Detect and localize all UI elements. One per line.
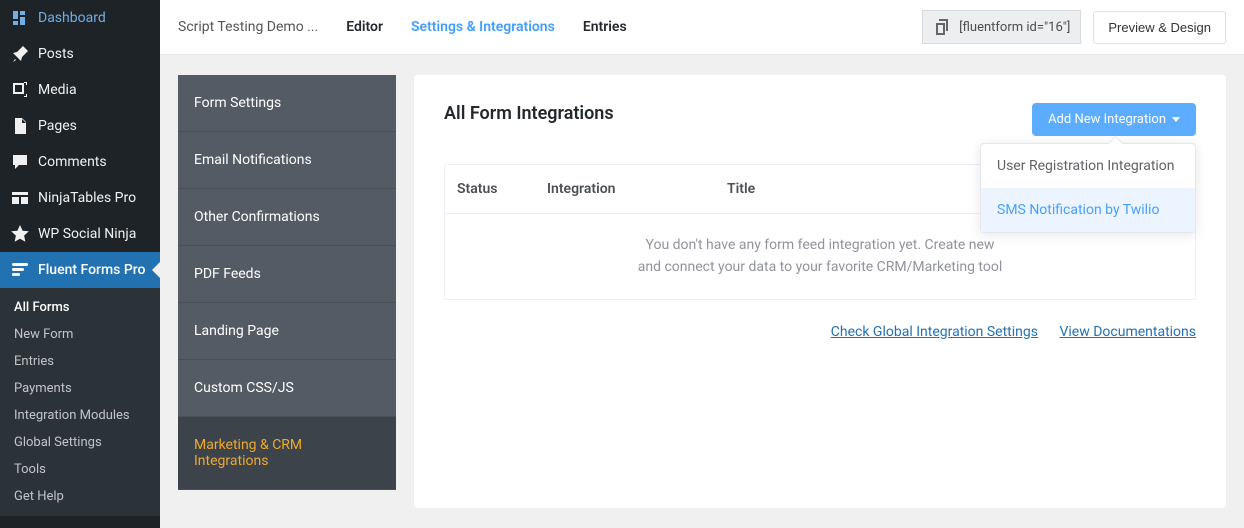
- submenu-global-settings[interactable]: Global Settings: [0, 429, 160, 456]
- menu-wpsocialninja[interactable]: WP Social Ninja: [0, 216, 160, 252]
- empty-line2: and connect your data to your favorite C…: [638, 259, 1003, 275]
- th-integration: Integration: [535, 165, 715, 213]
- settings-item-landing-page[interactable]: Landing Page: [178, 303, 396, 360]
- tab-editor[interactable]: Editor: [346, 19, 383, 35]
- menu-label: NinjaTables Pro: [38, 190, 136, 206]
- menu-dashboard[interactable]: Dashboard: [0, 0, 160, 36]
- topbar-left: Script Testing Demo ... Editor Settings …: [178, 19, 627, 35]
- submenu-entries[interactable]: Entries: [0, 348, 160, 375]
- shortcode-box[interactable]: [fluentform id="16"]: [922, 10, 1081, 44]
- star-icon: [10, 224, 30, 244]
- copy-icon: [933, 17, 953, 37]
- media-icon: [10, 80, 30, 100]
- form-title: Script Testing Demo ...: [178, 19, 318, 35]
- chevron-down-icon: [1172, 117, 1180, 122]
- tab-settings[interactable]: Settings & Integrations: [411, 19, 555, 35]
- preview-design-button[interactable]: Preview & Design: [1093, 11, 1226, 44]
- menu-label: Media: [38, 82, 77, 98]
- topbar: Script Testing Demo ... Editor Settings …: [160, 0, 1244, 55]
- menu-fluentforms[interactable]: Fluent Forms Pro: [0, 252, 160, 288]
- dropdown-item-user-registration[interactable]: User Registration Integration: [981, 144, 1195, 188]
- settings-item-pdf-feeds[interactable]: PDF Feeds: [178, 246, 396, 303]
- th-status: Status: [445, 165, 535, 213]
- topbar-right: [fluentform id="16"] Preview & Design: [922, 10, 1226, 44]
- settings-item-form-settings[interactable]: Form Settings: [178, 75, 396, 132]
- dropdown-item-sms-twilio[interactable]: SMS Notification by Twilio: [981, 188, 1195, 232]
- wp-submenu: All Forms New Form Entries Payments Inte…: [0, 288, 160, 516]
- menu-posts[interactable]: Posts: [0, 36, 160, 72]
- submenu-get-help[interactable]: Get Help: [0, 483, 160, 510]
- menu-label: Pages: [38, 118, 77, 134]
- bottom-links: Check Global Integration Settings View D…: [444, 324, 1196, 340]
- menu-media[interactable]: Media: [0, 72, 160, 108]
- menu-ninjatables[interactable]: NinjaTables Pro: [0, 180, 160, 216]
- settings-item-email-notifications[interactable]: Email Notifications: [178, 132, 396, 189]
- submenu-tools[interactable]: Tools: [0, 456, 160, 483]
- settings-item-other-confirmations[interactable]: Other Confirmations: [178, 189, 396, 246]
- panel-title: All Form Integrations: [444, 103, 614, 124]
- pin-icon: [10, 44, 30, 64]
- content-row: Form Settings Email Notifications Other …: [160, 55, 1244, 528]
- tab-entries[interactable]: Entries: [583, 19, 627, 35]
- integration-dropdown: User Registration Integration SMS Notifi…: [980, 143, 1196, 233]
- panel-header: All Form Integrations Add New Integratio…: [444, 103, 1196, 136]
- add-integration-button[interactable]: Add New Integration: [1032, 103, 1196, 136]
- wp-admin-sidebar: Dashboard Posts Media Pages Comments Nin…: [0, 0, 160, 528]
- comment-icon: [10, 152, 30, 172]
- submenu-payments[interactable]: Payments: [0, 375, 160, 402]
- menu-label: Comments: [38, 154, 107, 170]
- link-global-settings[interactable]: Check Global Integration Settings: [831, 324, 1038, 340]
- menu-label: WP Social Ninja: [38, 226, 136, 242]
- main-area: Script Testing Demo ... Editor Settings …: [160, 0, 1244, 528]
- add-integration-label: Add New Integration: [1048, 112, 1166, 127]
- menu-pages[interactable]: Pages: [0, 108, 160, 144]
- menu-comments[interactable]: Comments: [0, 144, 160, 180]
- shortcode-text: [fluentform id="16"]: [959, 20, 1070, 35]
- fluentforms-icon: [10, 260, 30, 280]
- submenu-all-forms[interactable]: All Forms: [0, 294, 160, 321]
- integrations-panel: All Form Integrations Add New Integratio…: [414, 75, 1226, 508]
- menu-label: Posts: [38, 46, 74, 62]
- submenu-new-form[interactable]: New Form: [0, 321, 160, 348]
- settings-item-custom-css-js[interactable]: Custom CSS/JS: [178, 360, 396, 417]
- dashboard-icon: [10, 8, 30, 28]
- settings-sidebar: Form Settings Email Notifications Other …: [178, 75, 396, 490]
- pages-icon: [10, 116, 30, 136]
- submenu-integration-modules[interactable]: Integration Modules: [0, 402, 160, 429]
- ninjatables-icon: [10, 188, 30, 208]
- link-documentations[interactable]: View Documentations: [1059, 324, 1196, 340]
- empty-line1: You don't have any form feed integration…: [646, 237, 995, 253]
- menu-label: Dashboard: [38, 10, 106, 26]
- menu-label: Fluent Forms Pro: [38, 262, 146, 278]
- settings-item-marketing-crm[interactable]: Marketing & CRM Integrations: [178, 417, 396, 490]
